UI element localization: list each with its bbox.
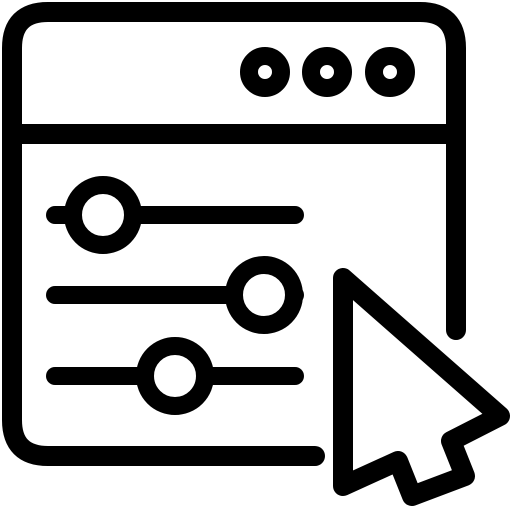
settings-window-icon: [0, 0, 512, 512]
slider-knob: [136, 337, 214, 415]
slider-control: [46, 256, 304, 334]
mouse-pointer-icon: [333, 268, 510, 506]
window-dot-icon: [365, 47, 415, 97]
window-dot-icon: [240, 47, 290, 97]
settings-window-svg: [2, 2, 510, 506]
slider-control: [46, 176, 304, 254]
window-dot-icon: [302, 47, 352, 97]
slider-control: [46, 337, 304, 415]
slider-knob: [64, 176, 142, 254]
slider-knob: [225, 256, 303, 334]
